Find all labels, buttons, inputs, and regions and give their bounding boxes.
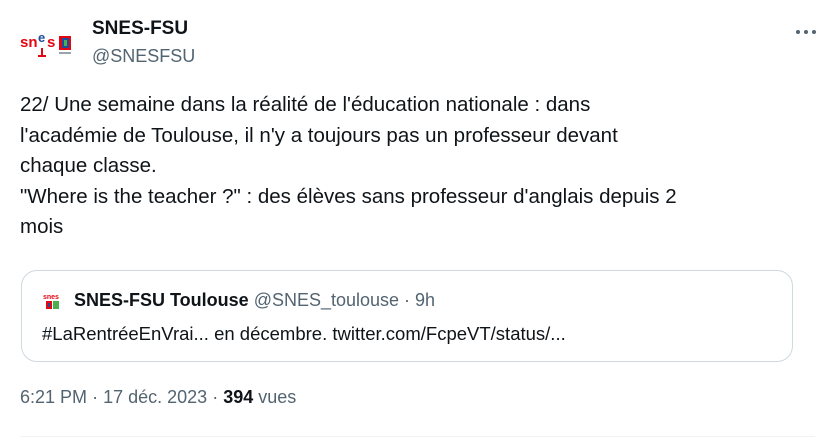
tweet-date[interactable]: 17 déc. 2023 xyxy=(103,387,207,407)
tweet-header: sn e s SNES-FSU @SNESFSU xyxy=(18,14,818,70)
more-options-icon[interactable] xyxy=(794,22,818,42)
quoted-tweet-text: #LaRentréeEnVrai... en décembre. twitter… xyxy=(42,323,566,344)
tweet-time[interactable]: 6:21 PM xyxy=(20,387,87,407)
divider xyxy=(20,436,815,437)
svg-text:snes: snes xyxy=(43,294,59,301)
views-count: 394 xyxy=(223,387,254,407)
svg-text:s: s xyxy=(47,34,55,51)
quoted-time[interactable]: 9h xyxy=(415,290,435,311)
quoted-tweet[interactable]: snes SNES-FSU Toulouse @SNES_toulouse · … xyxy=(21,270,793,362)
quote-avatar[interactable]: snes xyxy=(42,289,64,311)
views-label: vues xyxy=(258,387,297,407)
svg-text:e: e xyxy=(38,30,45,45)
quoted-tweet-header: snes SNES-FSU Toulouse @SNES_toulouse · … xyxy=(42,289,435,311)
author-handle[interactable]: @SNESFSU xyxy=(92,43,195,69)
avatar[interactable]: sn e s xyxy=(18,20,78,66)
quoted-author-name: SNES-FSU Toulouse xyxy=(74,289,249,310)
quoted-separator: · xyxy=(404,289,411,310)
svg-text:sn: sn xyxy=(20,34,38,51)
author-display-name[interactable]: SNES-FSU xyxy=(92,16,195,42)
tweet-card: sn e s SNES-FSU @SNESFSU 22/ Une semaine… xyxy=(0,0,835,441)
quoted-author-handle: @SNES_toulouse xyxy=(253,289,400,310)
tweet-meta: 6:21 PM · 17 déc. 2023 · 394 vues xyxy=(20,387,296,408)
tweet-text: 22/ Une semaine dans la réalité de l'édu… xyxy=(20,93,677,238)
author-block[interactable]: SNES-FSU @SNESFSU xyxy=(92,16,195,69)
